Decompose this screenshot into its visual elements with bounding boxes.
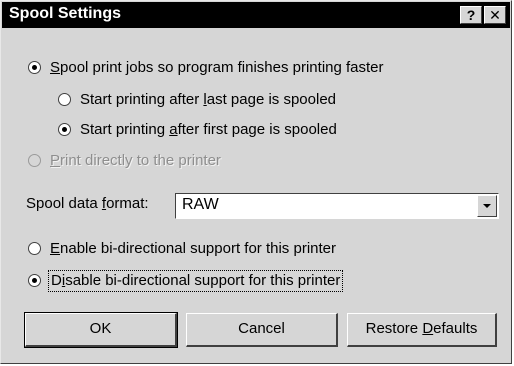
spool-data-format-select[interactable]: RAW [175, 193, 499, 219]
restore-defaults-button[interactable]: Restore Defaults [347, 313, 497, 347]
radio-button[interactable] [58, 93, 71, 106]
radio-label: Disable bi-directional support for this … [48, 270, 344, 292]
cancel-button[interactable]: Cancel [186, 313, 338, 347]
radio-label: Spool print jobs so program finishes pri… [50, 59, 384, 76]
help-button[interactable]: ? [460, 6, 482, 24]
chevron-down-icon[interactable] [477, 195, 497, 217]
radio-label: Start printing after last page is spoole… [80, 91, 337, 108]
help-icon: ? [466, 7, 476, 23]
ok-button[interactable]: OK [24, 312, 178, 348]
radio-label: Start printing after first page is spool… [80, 121, 337, 138]
close-icon: ✕ [489, 7, 501, 23]
dialog-title: Spool Settings [9, 5, 121, 22]
radio-label: Enable bi-directional support for this p… [50, 240, 336, 257]
title-bar: Spool Settings ? ✕ [2, 2, 510, 28]
radio-label: Print directly to the printer [50, 152, 221, 169]
radio-button[interactable] [58, 123, 71, 136]
spool-settings-dialog: Spool Settings ? ✕ Spool print jobs so p… [0, 0, 512, 364]
radio-button[interactable] [28, 61, 41, 74]
spool-data-format-value: RAW [182, 196, 219, 213]
close-button[interactable]: ✕ [484, 6, 506, 24]
radio-button[interactable] [28, 154, 41, 167]
spool-data-format-label: Spool data format: [26, 195, 149, 212]
radio-button[interactable] [28, 274, 41, 287]
radio-button[interactable] [28, 242, 41, 255]
